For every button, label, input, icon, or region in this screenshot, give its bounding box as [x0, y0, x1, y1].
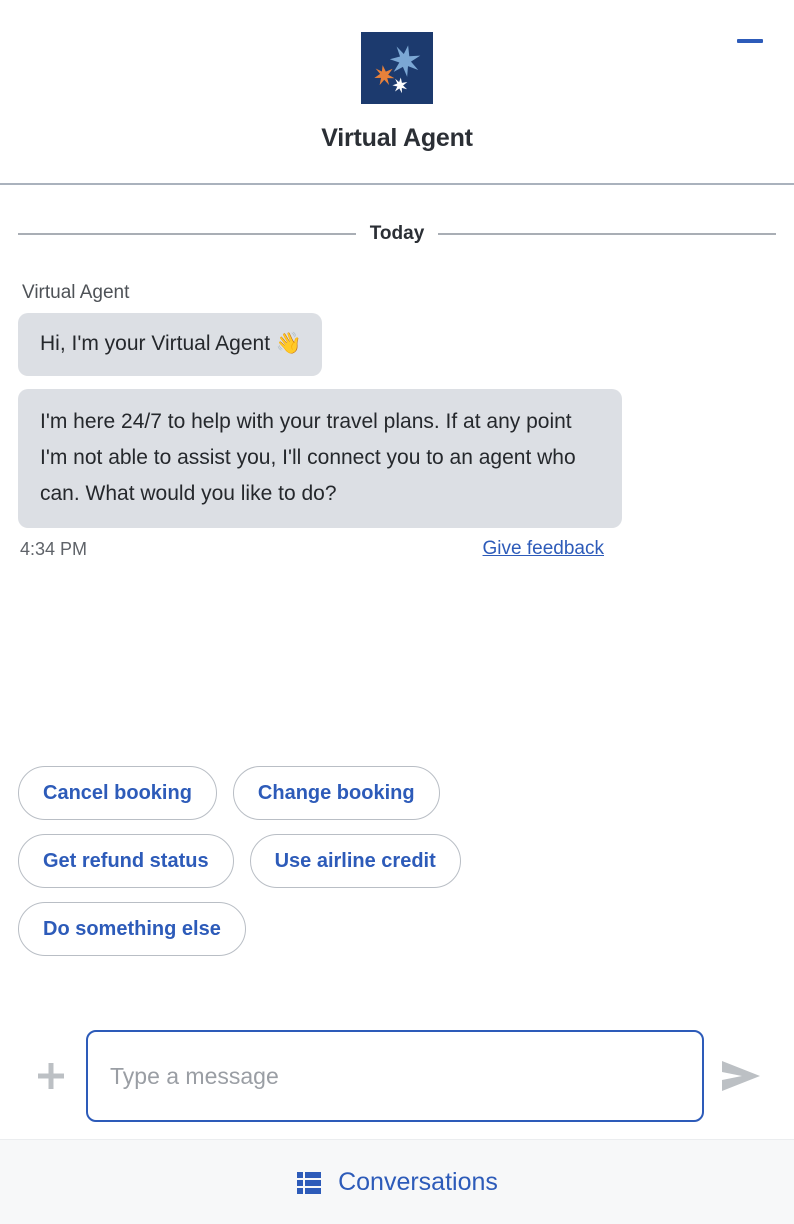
- widget-header: Virtual Agent: [0, 0, 794, 185]
- conversations-footer-button[interactable]: Conversations: [0, 1139, 794, 1224]
- send-message-button[interactable]: [710, 1045, 774, 1107]
- minimize-icon: [737, 39, 763, 43]
- quick-reply-do-something-else[interactable]: Do something else: [18, 902, 246, 956]
- message-timestamp: 4:34 PM: [20, 538, 88, 559]
- message-input-wrapper[interactable]: [86, 1030, 704, 1122]
- message-sender-name: Virtual Agent: [22, 282, 130, 303]
- message-composer: [0, 1023, 794, 1129]
- quick-reply-cancel-booking[interactable]: Cancel booking: [18, 766, 217, 820]
- day-divider: Today: [18, 223, 777, 245]
- message-bubble: I'm here 24/7 to help with your travel p…: [18, 389, 622, 528]
- divider-rule-right: [438, 233, 777, 235]
- list-icon: [297, 1172, 322, 1194]
- virtual-agent-chat-widget: Virtual Agent Today Virtual Agent Hi, I'…: [0, 0, 794, 1224]
- message-bubble: Hi, I'm your Virtual Agent 👋: [18, 313, 323, 376]
- quick-reply-use-airline-credit[interactable]: Use airline credit: [249, 834, 461, 888]
- add-attachment-button[interactable]: [20, 1045, 82, 1107]
- quick-reply-change-booking[interactable]: Change booking: [232, 766, 440, 820]
- quick-reply-list: Cancel booking Change booking Get refund…: [18, 766, 578, 956]
- quick-reply-get-refund-status[interactable]: Get refund status: [18, 834, 234, 888]
- divider-rule-left: [18, 233, 356, 235]
- plus-icon: [38, 1063, 64, 1089]
- minimize-button[interactable]: [728, 30, 772, 52]
- three-stars-logo-icon: [361, 32, 433, 104]
- message-input[interactable]: [88, 1032, 702, 1120]
- day-divider-label: Today: [369, 223, 425, 244]
- give-feedback-link[interactable]: Give feedback: [483, 538, 604, 560]
- send-arrow-icon: [722, 1061, 760, 1091]
- conversations-label: Conversations: [338, 1167, 498, 1196]
- page-title: Virtual Agent: [321, 124, 473, 152]
- message-meta-row: 4:34 PM Give feedback: [18, 538, 604, 560]
